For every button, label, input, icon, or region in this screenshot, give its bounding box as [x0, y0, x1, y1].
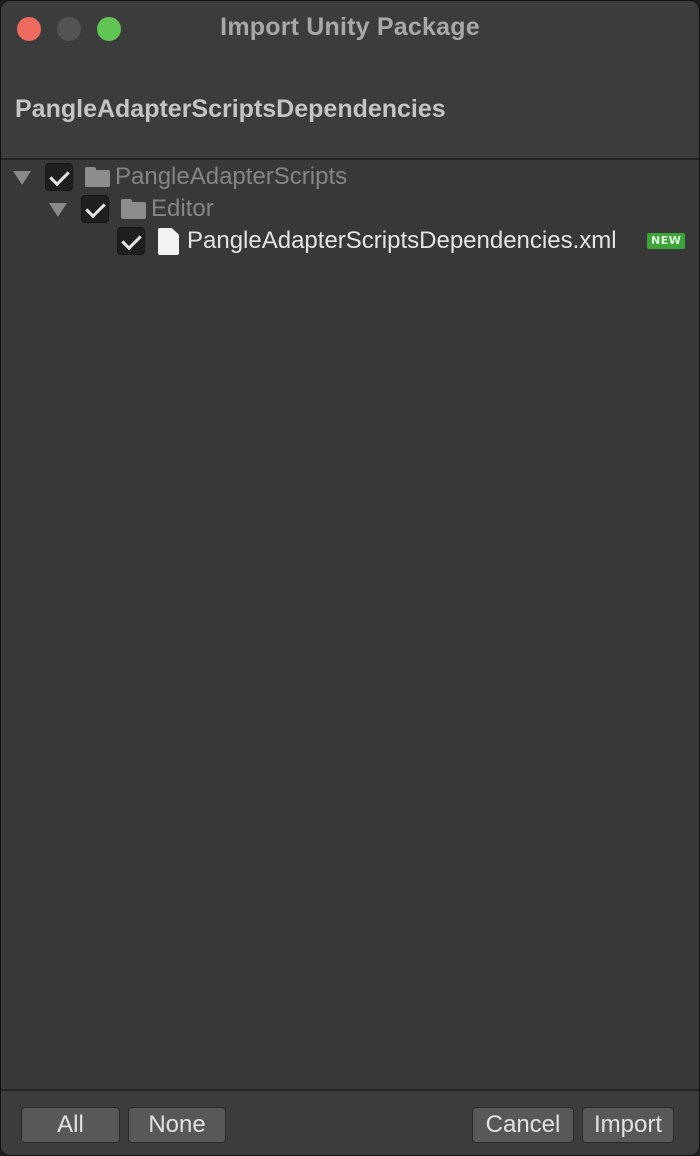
include-checkbox[interactable]	[81, 195, 109, 223]
tree-item-label: PangleAdapterScriptsDependencies.xml	[187, 227, 617, 254]
tree-row-file[interactable]: PangleAdapterScriptsDependencies.xml NEW	[1, 225, 699, 257]
folder-icon	[121, 199, 146, 219]
new-badge: NEW	[647, 233, 686, 249]
folder-icon	[85, 167, 110, 187]
package-header: PangleAdapterScriptsDependencies	[1, 57, 699, 160]
cancel-button[interactable]: Cancel	[472, 1107, 574, 1143]
footer-bar: All None Cancel Import	[1, 1089, 699, 1155]
tree-item-label: Editor	[151, 195, 214, 222]
tree-item-label: PangleAdapterScripts	[115, 163, 348, 190]
import-button[interactable]: Import	[582, 1107, 674, 1143]
import-package-window: Import Unity Package PangleAdapterScript…	[0, 0, 700, 1156]
select-none-button[interactable]: None	[128, 1107, 226, 1143]
select-all-button[interactable]: All	[21, 1107, 120, 1143]
window-title: Import Unity Package	[220, 13, 480, 41]
include-checkbox[interactable]	[45, 163, 73, 191]
package-tree: PangleAdapterScripts Editor PangleAdapte…	[1, 161, 699, 1089]
expand-arrow-icon[interactable]	[49, 203, 67, 217]
tree-row-folder[interactable]: Editor	[1, 193, 699, 225]
title-bar: Import Unity Package	[1, 1, 699, 57]
expand-arrow-icon[interactable]	[13, 171, 31, 185]
tree-row-folder[interactable]: PangleAdapterScripts	[1, 161, 699, 193]
include-checkbox[interactable]	[117, 227, 145, 255]
package-name: PangleAdapterScriptsDependencies	[15, 95, 446, 123]
file-icon	[158, 228, 179, 255]
